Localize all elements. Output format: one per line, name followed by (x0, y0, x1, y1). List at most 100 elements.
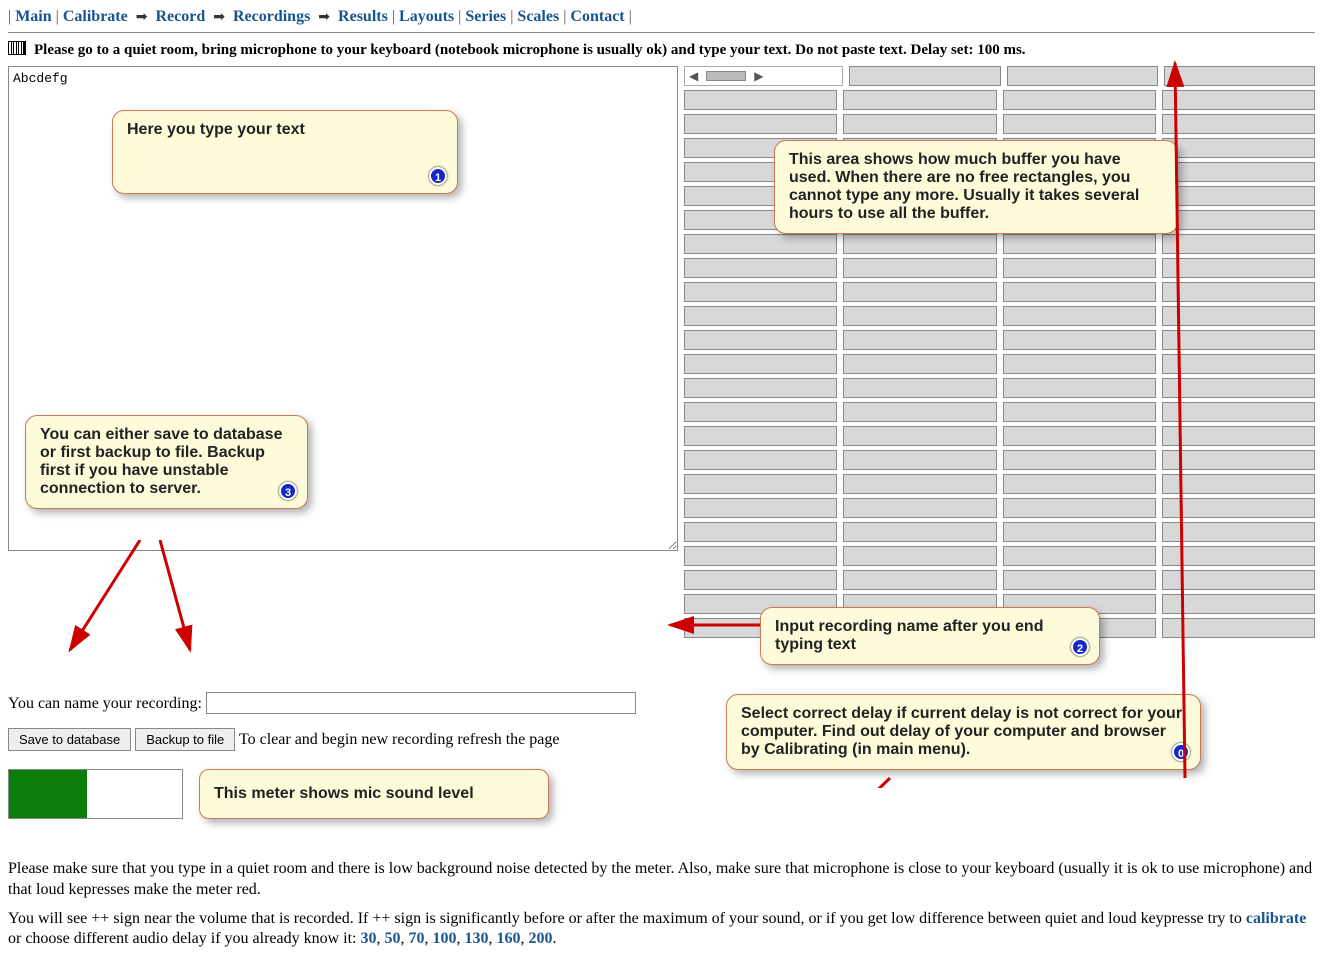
recording-name-label: You can name your recording: (8, 695, 202, 712)
buffer-cell (1003, 282, 1156, 302)
delay-link-130[interactable]: 130 (464, 930, 488, 947)
buffer-row (684, 114, 1315, 134)
buffer-row (684, 258, 1315, 278)
buffer-row: ◀▶ (684, 66, 1315, 86)
callout-buffer: This area shows how much buffer you have… (774, 140, 1178, 234)
buffer-cell (1003, 114, 1156, 134)
buffer-row (684, 306, 1315, 326)
help-paragraphs: Please make sure that you type in a quie… (8, 859, 1315, 950)
instruction-line: Please go to a quiet room, bring microph… (8, 41, 1315, 60)
buffer-cell (684, 498, 837, 518)
buffer-cell (1003, 522, 1156, 542)
buffer-cell (843, 306, 996, 326)
delay-link-30[interactable]: 30 (360, 930, 376, 947)
buffer-cell (843, 498, 996, 518)
buffer-cell (843, 402, 996, 422)
callout-number-3: 3 (279, 482, 297, 500)
buffer-cell (1162, 474, 1315, 494)
buffer-cell (1162, 306, 1315, 326)
buffer-cell (1164, 66, 1315, 86)
buffer-cell (843, 426, 996, 446)
buffer-cell (684, 378, 837, 398)
delay-link-70[interactable]: 70 (408, 930, 424, 947)
top-navigation: | Main | Calibrate ➡ Record ➡ Recordings… (8, 8, 1315, 26)
nav-scales[interactable]: Scales (517, 8, 559, 25)
buffer-row (684, 378, 1315, 398)
buffer-cell (1162, 90, 1315, 110)
buffer-row (684, 354, 1315, 374)
buffer-cell (843, 546, 996, 566)
buffer-cell (1003, 258, 1156, 278)
calibrate-link[interactable]: calibrate (1246, 910, 1306, 927)
buffer-cell (1162, 210, 1315, 230)
nav-recordings[interactable]: Recordings (233, 8, 310, 25)
callout-delay: Select correct delay if current delay is… (726, 694, 1201, 770)
buffer-cell (1003, 450, 1156, 470)
callout-text: Input recording name after you end typin… (775, 618, 1043, 653)
nav-main[interactable]: Main (15, 8, 51, 25)
buffer-cell (684, 90, 837, 110)
nav-record[interactable]: Record (155, 8, 205, 25)
sound-level-meter (8, 769, 183, 819)
save-to-database-button[interactable]: Save to database (8, 728, 131, 751)
buffer-row (684, 546, 1315, 566)
nav-contact[interactable]: Contact (570, 8, 624, 25)
buffer-cell (1003, 546, 1156, 566)
buffer-cell (1162, 594, 1315, 614)
nav-layouts[interactable]: Layouts (399, 8, 454, 25)
buffer-cell (843, 378, 996, 398)
delay-link-200[interactable]: 200 (528, 930, 552, 947)
buffer-cell (1162, 354, 1315, 374)
buffer-cell (684, 114, 837, 134)
buffer-cell (684, 474, 837, 494)
buffer-row (684, 570, 1315, 590)
nav-calibrate[interactable]: Calibrate (63, 8, 128, 25)
buffer-cell (843, 234, 996, 254)
buffer-row (684, 522, 1315, 542)
callout-text: Select correct delay if current delay is… (741, 705, 1182, 758)
backup-to-file-button[interactable]: Backup to file (135, 728, 235, 751)
buffer-cell (1003, 570, 1156, 590)
nav-series[interactable]: Series (465, 8, 506, 25)
buffer-cell (1003, 378, 1156, 398)
buffer-cell (1003, 402, 1156, 422)
buffer-cell (1003, 426, 1156, 446)
callout-type-text: Here you type your text 1 (112, 110, 458, 194)
callout-save-backup: You can either save to database or first… (25, 415, 308, 509)
buffer-row (684, 426, 1315, 446)
delay-link-50[interactable]: 50 (384, 930, 400, 947)
buffer-cell (1003, 90, 1156, 110)
buffer-cell (843, 258, 996, 278)
buffer-row (684, 282, 1315, 302)
buffer-row (684, 234, 1315, 254)
buffer-row (684, 90, 1315, 110)
buffer-cell (684, 402, 837, 422)
buffer-cell (1162, 330, 1315, 350)
buffer-cell (1162, 258, 1315, 278)
nav-results[interactable]: Results (338, 8, 388, 25)
buffer-cell (1162, 114, 1315, 134)
clear-hint: To clear and begin new recording refresh… (239, 731, 560, 748)
buffer-cell (1162, 426, 1315, 446)
buffer-cell (684, 282, 837, 302)
buffer-cell (1162, 234, 1315, 254)
buffer-cell (1162, 402, 1315, 422)
buffer-cell (1007, 66, 1158, 86)
recording-name-input[interactable] (206, 692, 636, 714)
keyboard-icon (8, 41, 26, 60)
meter-fill (9, 770, 87, 818)
delay-link-160[interactable]: 160 (496, 930, 520, 947)
delay-link-100[interactable]: 100 (432, 930, 456, 947)
buffer-cell (843, 282, 996, 302)
help-paragraph-2: You will see ++ sign near the volume tha… (8, 909, 1315, 951)
buffer-cell (843, 354, 996, 374)
buffer-cell (843, 570, 996, 590)
buffer-cell (684, 426, 837, 446)
buffer-cell (843, 474, 996, 494)
buffer-cell (1162, 378, 1315, 398)
buffer-cell (1162, 522, 1315, 542)
buffer-cell (684, 258, 837, 278)
buffer-cell (684, 306, 837, 326)
buffer-cell (843, 330, 996, 350)
buffer-cell (843, 522, 996, 542)
